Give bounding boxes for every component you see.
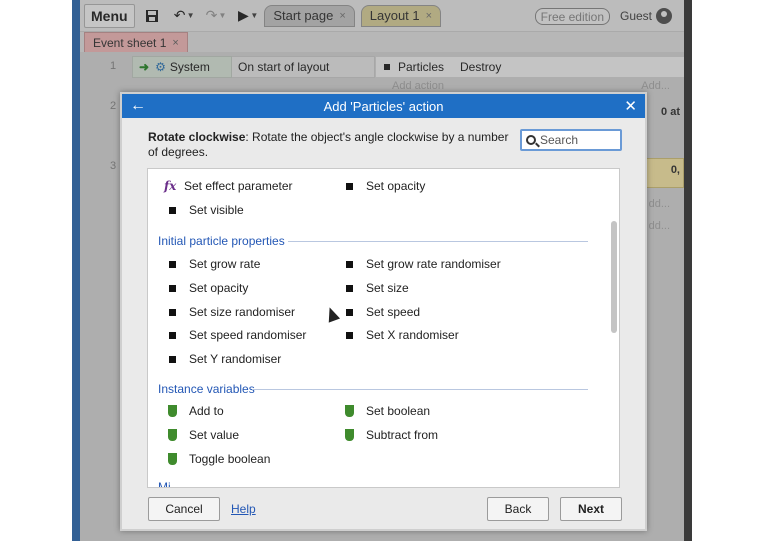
list-item[interactable]: Set value — [166, 426, 239, 444]
square-icon — [346, 331, 353, 339]
square-icon — [346, 260, 353, 268]
square-icon — [169, 308, 176, 316]
square-icon — [169, 206, 176, 214]
square-icon — [169, 260, 176, 268]
list-item[interactable]: Set size — [343, 279, 409, 297]
list-item-label: Set opacity — [189, 281, 249, 295]
list-item-label: Set grow rate — [189, 257, 261, 271]
back-button[interactable]: Back — [487, 497, 549, 521]
list-item[interactable]: fx Set effect parameter — [164, 177, 293, 195]
instance-variable-icon — [345, 405, 354, 417]
list-item[interactable]: Set X randomiser — [343, 326, 459, 344]
action-description: Rotate clockwise: Rotate the object's an… — [148, 130, 510, 160]
close-icon[interactable]: ✕ — [624, 97, 637, 115]
section-heading: Instance variables — [158, 382, 255, 396]
section-divider — [252, 389, 588, 390]
section-divider — [288, 241, 588, 242]
dialog-header: ← Add 'Particles' action ✕ — [122, 94, 645, 118]
list-item[interactable]: Set boolean — [343, 402, 430, 420]
square-icon — [169, 331, 176, 339]
list-item-label: Toggle boolean — [189, 452, 271, 466]
list-item-label: Set size — [366, 281, 409, 295]
list-item[interactable]: Subtract from — [343, 426, 438, 444]
square-icon — [346, 284, 353, 292]
list-item[interactable]: Toggle boolean — [166, 450, 270, 468]
cancel-button[interactable]: Cancel — [148, 497, 220, 521]
list-item-label: Set speed — [366, 305, 421, 319]
list-item[interactable]: Set speed randomiser — [166, 326, 306, 344]
list-item-label: Set speed randomiser — [189, 328, 307, 342]
list-item[interactable]: Add to — [166, 402, 224, 420]
next-button[interactable]: Next — [560, 497, 622, 521]
list-item[interactable]: Set Y randomiser — [166, 350, 281, 368]
section-heading: Initial particle properties — [158, 234, 285, 248]
list-item-label: Set X randomiser — [366, 328, 459, 342]
list-item-label: Subtract from — [366, 428, 439, 442]
list-item[interactable]: Set grow rate — [166, 255, 260, 273]
list-item-label: Set visible — [189, 203, 244, 217]
action-list[interactable]: fx Set effect parameter Set opacity Set … — [147, 168, 620, 488]
list-item-label: Set Y randomiser — [189, 352, 282, 366]
list-item[interactable]: Set grow rate randomiser — [343, 255, 501, 273]
instance-variable-icon — [168, 429, 177, 441]
add-action-dialog: ← Add 'Particles' action ✕ Rotate clockw… — [120, 92, 647, 531]
dialog-title: Add 'Particles' action — [323, 98, 444, 114]
square-icon — [169, 284, 176, 292]
instance-variable-icon — [345, 429, 354, 441]
dialog-footer: Cancel Help Back Next — [122, 487, 645, 529]
list-item[interactable]: Set speed — [343, 303, 420, 321]
square-icon — [346, 308, 353, 316]
square-icon — [169, 355, 176, 363]
square-icon — [346, 182, 353, 190]
help-link[interactable]: Help — [231, 502, 256, 516]
back-arrow-icon[interactable]: ← — [130, 97, 146, 115]
mouse-cursor-icon — [323, 305, 341, 323]
list-item-label: Set boolean — [366, 404, 431, 418]
action-name: Rotate clockwise — [148, 130, 246, 144]
search-field[interactable] — [520, 129, 622, 151]
effect-fx-icon: fx — [164, 179, 177, 193]
list-item[interactable]: Set size randomiser — [166, 303, 295, 321]
list-item-label: Set effect parameter — [184, 179, 293, 193]
list-item-label: Set opacity — [366, 179, 426, 193]
list-item-label: Set grow rate randomiser — [366, 257, 501, 271]
instance-variable-icon — [168, 453, 177, 465]
list-scrollbar[interactable] — [611, 221, 617, 333]
list-item[interactable]: Set visible — [166, 201, 244, 219]
list-item[interactable]: Set opacity — [166, 279, 248, 297]
list-item-label: Add to — [189, 404, 224, 418]
search-input[interactable] — [540, 133, 620, 147]
list-item-label: Set value — [189, 428, 240, 442]
search-icon — [526, 135, 536, 145]
list-item-label: Set size randomiser — [189, 305, 296, 319]
instance-variable-icon — [168, 405, 177, 417]
list-item[interactable]: Set opacity — [343, 177, 425, 195]
